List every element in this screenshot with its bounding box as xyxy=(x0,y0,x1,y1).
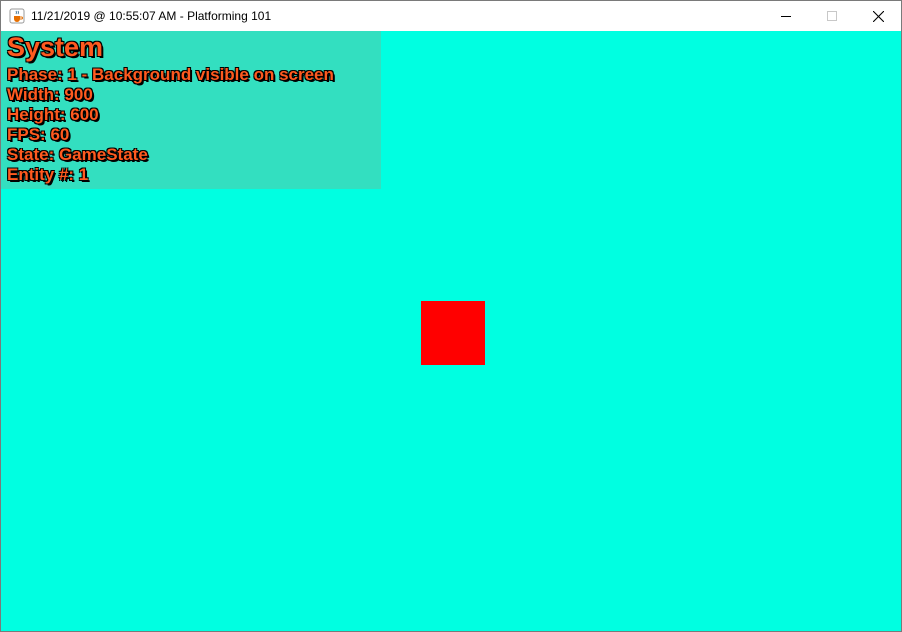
player-entity xyxy=(421,301,485,365)
close-button[interactable] xyxy=(855,1,901,31)
debug-height: Height: 600 xyxy=(7,105,99,124)
debug-state: State: GameState xyxy=(7,145,148,164)
debug-title: System xyxy=(7,32,104,62)
close-icon xyxy=(872,10,884,22)
game-canvas[interactable]: System Phase: 1 - Background visible on … xyxy=(1,31,901,631)
maximize-icon xyxy=(827,11,837,21)
debug-width: Width: 900 xyxy=(7,85,93,104)
maximize-button[interactable] xyxy=(809,1,855,31)
debug-overlay: System Phase: 1 - Background visible on … xyxy=(1,31,381,189)
debug-phase: Phase: 1 - Background visible on screen xyxy=(7,65,334,84)
window-controls xyxy=(763,1,901,31)
game-window: 11/21/2019 @ 10:55:07 AM - Platforming 1… xyxy=(0,0,902,632)
java-cup-icon xyxy=(9,8,25,24)
title-bar[interactable]: 11/21/2019 @ 10:55:07 AM - Platforming 1… xyxy=(1,1,901,31)
debug-entity-count: Entity #: 1 xyxy=(7,165,89,184)
debug-fps: FPS: 60 xyxy=(7,125,70,144)
minimize-icon xyxy=(781,16,791,17)
window-title: 11/21/2019 @ 10:55:07 AM - Platforming 1… xyxy=(31,9,272,23)
minimize-button[interactable] xyxy=(763,1,809,31)
